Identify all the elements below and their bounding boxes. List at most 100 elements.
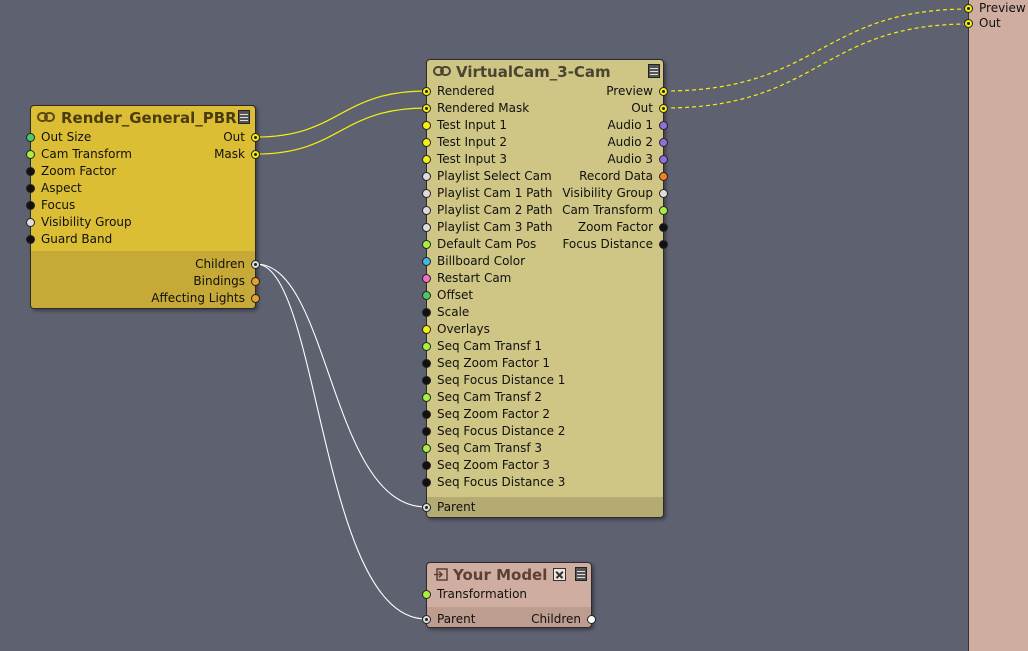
virtualcam-node[interactable]: VirtualCam_3-Cam Rendered Rendered Mask Te… bbox=[422, 59, 668, 518]
render-left-port-focus[interactable]: Focus bbox=[26, 197, 255, 214]
port-connector-icon[interactable] bbox=[422, 410, 431, 419]
port-label: Parent bbox=[437, 500, 476, 514]
port-connector-icon[interactable] bbox=[659, 189, 668, 198]
port-connector-icon[interactable] bbox=[422, 461, 431, 470]
port-connector-icon[interactable] bbox=[659, 206, 668, 215]
vcam-left-port-seq-cam-transf-1[interactable]: Seq Cam Transf 1 bbox=[422, 338, 663, 355]
vcam-right-port-preview[interactable]: Preview bbox=[427, 83, 668, 100]
port-connector-icon[interactable] bbox=[26, 235, 35, 244]
render-right-port-affecting-lights[interactable]: Affecting Lights bbox=[31, 290, 260, 307]
vcam-left-port-scale[interactable]: Scale bbox=[422, 304, 663, 321]
render-right-port-mask[interactable]: Mask bbox=[31, 146, 260, 163]
port-connector-icon[interactable] bbox=[422, 325, 431, 334]
port-label: Overlays bbox=[437, 322, 490, 336]
port-connector-icon[interactable] bbox=[422, 342, 431, 351]
port-connector-icon[interactable] bbox=[422, 478, 431, 487]
vcam-left-port-seq-focus-distance-1[interactable]: Seq Focus Distance 1 bbox=[422, 372, 663, 389]
port-connector-icon[interactable] bbox=[422, 590, 431, 599]
port-label: Audio 3 bbox=[607, 152, 653, 166]
port-label: Seq Cam Transf 3 bbox=[437, 441, 543, 455]
port-connector-icon[interactable] bbox=[422, 427, 431, 436]
port-label: Scale bbox=[437, 305, 470, 319]
vcam-left-port-seq-focus-distance-3[interactable]: Seq Focus Distance 3 bbox=[422, 474, 663, 491]
port-connector-icon[interactable] bbox=[251, 294, 260, 303]
your-model-node[interactable]: Your Model Transformation Parent Children bbox=[422, 562, 596, 628]
port-connector-icon[interactable] bbox=[251, 277, 260, 286]
render-left-port-aspect[interactable]: Aspect bbox=[26, 180, 255, 197]
port-label: Bindings bbox=[193, 274, 245, 288]
vcam-left-port-offset[interactable]: Offset bbox=[422, 287, 663, 304]
model-left-port-transformation[interactable]: Transformation bbox=[422, 586, 591, 603]
vcam-left-port-seq-zoom-factor-3[interactable]: Seq Zoom Factor 3 bbox=[422, 457, 663, 474]
vcam-right-port-zoom-factor[interactable]: Zoom Factor bbox=[427, 219, 668, 236]
port-connector-icon[interactable] bbox=[422, 359, 431, 368]
vcam-left-port-seq-cam-transf-2[interactable]: Seq Cam Transf 2 bbox=[422, 389, 663, 406]
port-connector-icon[interactable] bbox=[26, 218, 35, 227]
vcam-left-port-seq-cam-transf-3[interactable]: Seq Cam Transf 3 bbox=[422, 440, 663, 457]
port-label: Billboard Color bbox=[437, 254, 526, 268]
vcam-left-port-seq-zoom-factor-1[interactable]: Seq Zoom Factor 1 bbox=[422, 355, 663, 372]
render-left-port-zoom-factor[interactable]: Zoom Factor bbox=[26, 163, 255, 180]
port-connector-icon[interactable] bbox=[422, 444, 431, 453]
vcam-right-port-focus-distance[interactable]: Focus Distance bbox=[427, 236, 668, 253]
vcam-left-port-overlays[interactable]: Overlays bbox=[422, 321, 663, 338]
port-label: Focus Distance bbox=[562, 237, 653, 251]
node-menu-icon[interactable] bbox=[648, 64, 660, 78]
port-connector-icon[interactable] bbox=[422, 308, 431, 317]
render-general-pbr-node[interactable]: Render_General_PBR Out Size Cam Transform… bbox=[26, 105, 260, 309]
wire-render-mask-to-rendered-mask bbox=[255, 107, 427, 155]
vcam-left-port-billboard-color[interactable]: Billboard Color bbox=[422, 253, 663, 270]
import-icon bbox=[434, 568, 448, 581]
render-right-port-bindings[interactable]: Bindings bbox=[31, 273, 260, 290]
render-left-port-visibility-group[interactable]: Visibility Group bbox=[26, 214, 255, 231]
render-left-port-guard-band[interactable]: Guard Band bbox=[26, 231, 255, 248]
port-connector-icon[interactable] bbox=[964, 4, 973, 13]
render-node-header[interactable]: Render_General_PBR bbox=[31, 106, 255, 130]
port-connector-icon[interactable] bbox=[422, 503, 431, 512]
model-right-port-children[interactable]: Children bbox=[427, 611, 596, 628]
port-connector-icon[interactable] bbox=[26, 201, 35, 210]
port-connector-icon[interactable] bbox=[26, 184, 35, 193]
port-connector-icon[interactable] bbox=[659, 87, 668, 96]
output-panel[interactable]: Preview Out bbox=[964, 0, 1028, 651]
vcam-right-port-cam-transform[interactable]: Cam Transform bbox=[427, 202, 668, 219]
port-connector-icon[interactable] bbox=[587, 615, 596, 624]
vcam-right-port-record-data[interactable]: Record Data bbox=[427, 168, 668, 185]
port-connector-icon[interactable] bbox=[964, 19, 973, 28]
port-connector-icon[interactable] bbox=[251, 260, 260, 269]
vcam-right-port-audio-2[interactable]: Audio 2 bbox=[427, 134, 668, 151]
port-connector-icon[interactable] bbox=[422, 376, 431, 385]
port-connector-icon[interactable] bbox=[659, 223, 668, 232]
vcam-right-port-audio-1[interactable]: Audio 1 bbox=[427, 117, 668, 134]
port-connector-icon[interactable] bbox=[422, 291, 431, 300]
port-label: Seq Focus Distance 2 bbox=[437, 424, 566, 438]
vcam-right-port-audio-3[interactable]: Audio 3 bbox=[427, 151, 668, 168]
render-right-port-out[interactable]: Out bbox=[31, 129, 260, 146]
port-connector-icon[interactable] bbox=[659, 121, 668, 130]
port-connector-icon[interactable] bbox=[251, 150, 260, 159]
port-connector-icon[interactable] bbox=[659, 104, 668, 113]
port-connector-icon[interactable] bbox=[659, 155, 668, 164]
vcam-left-port-seq-focus-distance-2[interactable]: Seq Focus Distance 2 bbox=[422, 423, 663, 440]
port-connector-icon[interactable] bbox=[26, 167, 35, 176]
vcam-node-header[interactable]: VirtualCam_3-Cam bbox=[427, 60, 663, 84]
vcam-left-port-restart-cam[interactable]: Restart Cam bbox=[422, 270, 663, 287]
port-connector-icon[interactable] bbox=[659, 138, 668, 147]
port-connector-icon[interactable] bbox=[659, 240, 668, 249]
port-connector-icon[interactable] bbox=[422, 257, 431, 266]
vcam-left-port-seq-zoom-factor-2[interactable]: Seq Zoom Factor 2 bbox=[422, 406, 663, 423]
vcam-right-port-visibility-group[interactable]: Visibility Group bbox=[427, 185, 668, 202]
render-node-title: Render_General_PBR bbox=[61, 109, 237, 127]
port-connector-icon[interactable] bbox=[422, 393, 431, 402]
node-menu-icon[interactable] bbox=[575, 567, 587, 581]
render-right-port-children[interactable]: Children bbox=[31, 256, 260, 273]
port-label: Transformation bbox=[437, 587, 528, 601]
model-node-header[interactable]: Your Model bbox=[427, 563, 591, 587]
close-icon[interactable] bbox=[553, 568, 566, 581]
vcam-left-port-parent[interactable]: Parent bbox=[422, 499, 663, 516]
port-connector-icon[interactable] bbox=[251, 133, 260, 142]
port-connector-icon[interactable] bbox=[422, 274, 431, 283]
node-menu-icon[interactable] bbox=[238, 110, 250, 124]
vcam-right-port-out[interactable]: Out bbox=[427, 100, 668, 117]
port-connector-icon[interactable] bbox=[659, 172, 668, 181]
